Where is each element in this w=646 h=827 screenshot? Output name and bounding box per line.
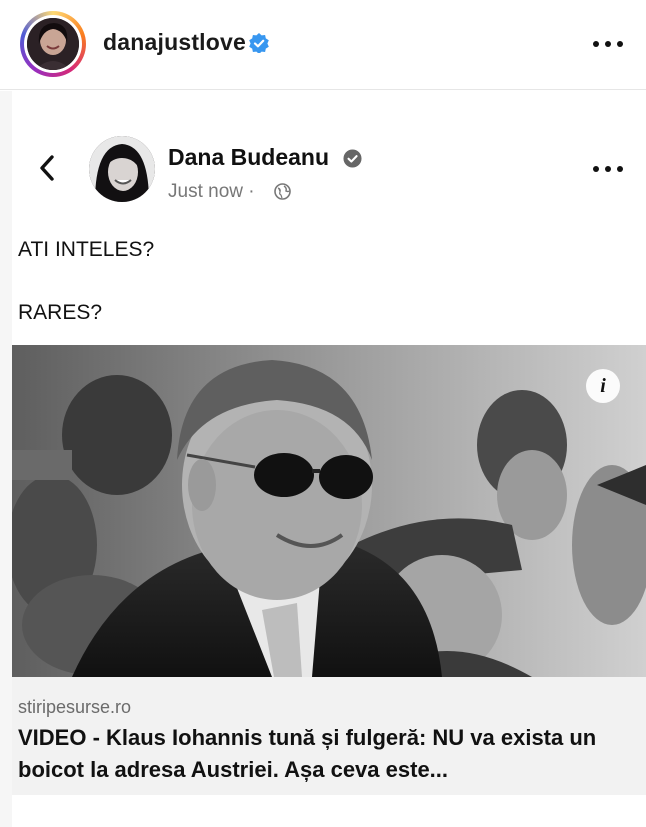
post-text-line: ATI INTELES? xyxy=(18,238,155,261)
post-text-line: RARES? xyxy=(18,301,103,324)
post-timestamp: Just now · xyxy=(168,181,255,203)
instagram-post-header: danajustlove xyxy=(0,0,646,90)
globe-icon xyxy=(274,183,291,200)
verified-badge-icon xyxy=(249,33,269,53)
post-time: Just now xyxy=(168,181,243,202)
link-domain: stiripesurse.ro xyxy=(18,697,132,717)
chevron-left-icon[interactable] xyxy=(36,153,58,183)
facebook-avatar[interactable] xyxy=(89,136,155,202)
link-title[interactable]: VIDEO - Klaus Iohannis tună și fulgeră: … xyxy=(18,722,628,786)
post-author-name[interactable]: Dana Budeanu xyxy=(168,144,329,171)
instagram-avatar[interactable] xyxy=(27,18,79,70)
instagram-username[interactable]: danajustlove xyxy=(103,29,246,56)
post-more-options-icon[interactable] xyxy=(590,160,626,176)
more-options-icon[interactable] xyxy=(590,35,626,51)
info-icon[interactable]: i xyxy=(586,369,620,403)
verified-badge-icon xyxy=(343,149,362,168)
time-separator: · xyxy=(248,181,255,202)
link-preview-image[interactable] xyxy=(12,345,646,677)
story-ring[interactable] xyxy=(20,11,86,77)
